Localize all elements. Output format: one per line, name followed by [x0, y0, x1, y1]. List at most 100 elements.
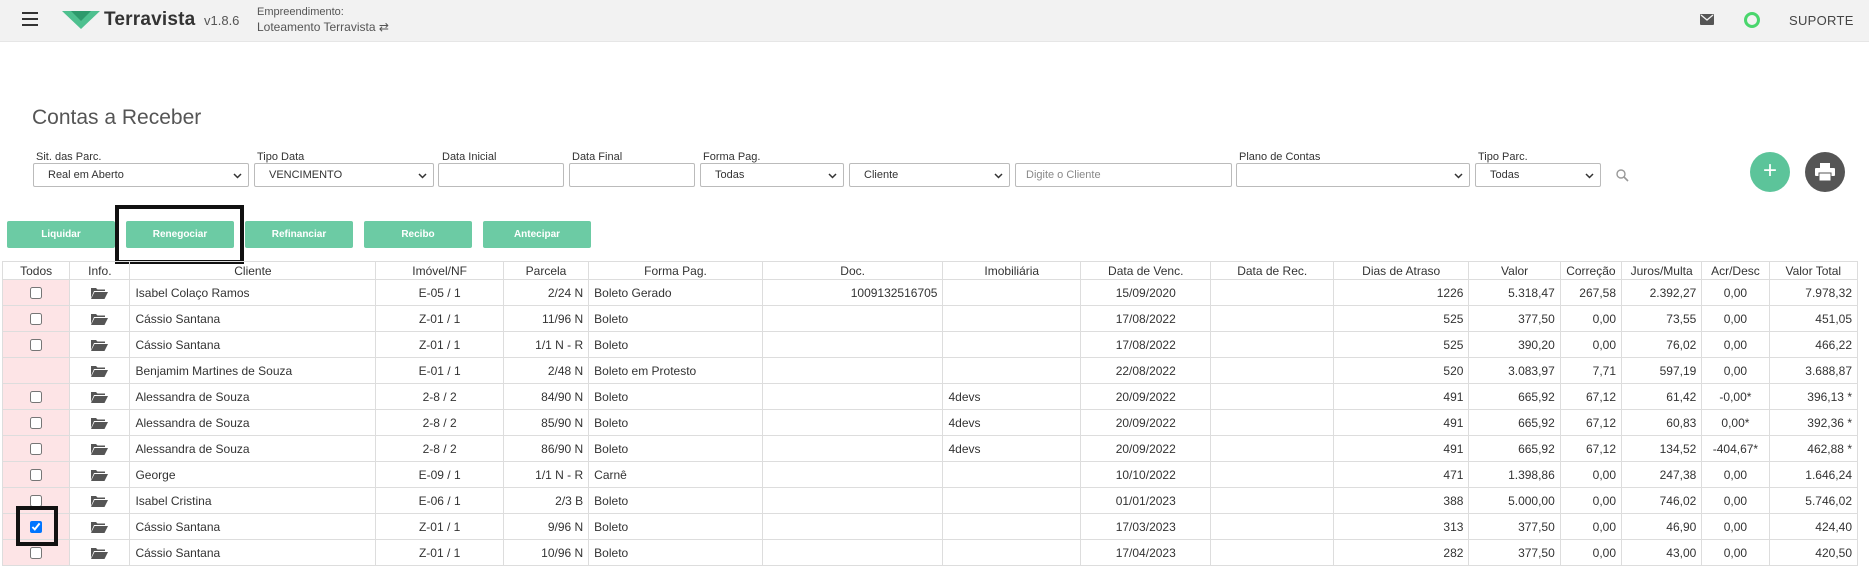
- cell-imobiliaria: [942, 513, 1081, 540]
- table-row[interactable]: Alessandra de Souza 2-8 / 2 86/90 N Boleto 4…: [1, 435, 1859, 462]
- cell-parcela: 86/90 N: [502, 435, 590, 462]
- cell-correcao: 0,00: [1559, 331, 1623, 358]
- plano-contas-label: Plano de Contas: [1239, 151, 1321, 163]
- liquidar-button[interactable]: Liquidar: [7, 221, 115, 248]
- cell-dias: 491: [1332, 383, 1470, 410]
- table-row[interactable]: Cássio Santana Z-01 / 1 10/96 N Boleto 17/04…: [1, 539, 1859, 566]
- cell-forma: Boleto: [588, 513, 763, 540]
- row-select-checkbox[interactable]: [30, 287, 43, 300]
- cell-valor: 377,50: [1468, 513, 1561, 540]
- sit-parc-select[interactable]: Real em Aberto: [33, 163, 249, 187]
- column-header-todos[interactable]: Todos: [1, 261, 71, 280]
- data-final-input[interactable]: [569, 163, 695, 187]
- cell-doc: [761, 487, 944, 514]
- cell-imobiliaria: [942, 331, 1081, 358]
- cell-cliente: Cássio Santana: [129, 305, 377, 332]
- mail-icon[interactable]: [1700, 14, 1714, 25]
- print-button[interactable]: [1805, 152, 1845, 192]
- tipo-parc-select[interactable]: Todas: [1475, 163, 1601, 187]
- row-select-cell: [1, 409, 71, 436]
- table-row[interactable]: Cássio Santana Z-01 / 1 9/96 N Boleto 17/03/…: [1, 513, 1859, 540]
- cell-imovel: Z-01 / 1: [375, 539, 504, 566]
- cliente-search-input[interactable]: Digite o Cliente: [1015, 163, 1232, 187]
- cell-doc: [761, 409, 944, 436]
- hamburger-menu-icon[interactable]: [22, 12, 38, 28]
- row-select-checkbox[interactable]: [30, 443, 43, 456]
- data-inicial-label: Data Inicial: [442, 151, 497, 163]
- cell-venc: 20/09/2022: [1079, 435, 1212, 462]
- cell-total: 424,40: [1768, 513, 1859, 540]
- highlight-box: [16, 506, 58, 546]
- recibo-button[interactable]: Recibo: [364, 221, 472, 248]
- antecipar-button[interactable]: Antecipar: [483, 221, 591, 248]
- table-row[interactable]: Benjamim Martines de Souza E-01 / 1 2/48 N…: [1, 357, 1859, 384]
- folder-open-icon[interactable]: [91, 521, 109, 534]
- folder-open-icon[interactable]: [91, 443, 109, 456]
- cell-parcela: 1/1 N - R: [502, 461, 590, 488]
- cell-valor: 3.083,97: [1468, 357, 1561, 384]
- row-select-checkbox[interactable]: [30, 313, 43, 326]
- table-row[interactable]: George E-09 / 1 1/1 N - R Carnê 10/10/2022 47…: [1, 461, 1859, 488]
- cell-forma: Carnê: [588, 461, 763, 488]
- cell-valor: 665,92: [1468, 383, 1561, 410]
- cell-valor: 5.000,00: [1468, 487, 1561, 514]
- cell-rec: [1210, 331, 1334, 358]
- cell-rec: [1210, 357, 1334, 384]
- folder-open-icon[interactable]: [91, 495, 109, 508]
- column-header-valor: Valor: [1468, 261, 1561, 280]
- plano-contas-select[interactable]: [1236, 163, 1470, 187]
- cell-correcao: 0,00: [1559, 487, 1623, 514]
- row-select-checkbox[interactable]: [30, 469, 43, 482]
- folder-open-icon[interactable]: [91, 365, 109, 378]
- cell-dias: 313: [1332, 513, 1470, 540]
- row-select-cell: [1, 461, 71, 488]
- folder-open-icon[interactable]: [91, 417, 109, 430]
- app-version: v1.8.6: [204, 13, 240, 28]
- table-row[interactable]: Alessandra de Souza 2-8 / 2 85/90 N Boleto 4…: [1, 409, 1859, 436]
- cliente-type-select[interactable]: Cliente: [849, 163, 1010, 187]
- cell-imovel: Z-01 / 1: [375, 513, 504, 540]
- cell-venc: 17/04/2023: [1079, 539, 1212, 566]
- table-row[interactable]: Isabel Cristina E-06 / 1 2/3 B Boleto 01/01/…: [1, 487, 1859, 514]
- cell-correcao: 0,00: [1559, 305, 1623, 332]
- folder-open-icon[interactable]: [91, 469, 109, 482]
- empreendimento-switch[interactable]: Loteamento Terravista ⇄: [257, 20, 389, 34]
- cell-parcela: 84/90 N: [502, 383, 590, 410]
- data-inicial-input[interactable]: [438, 163, 564, 187]
- cell-imovel: 2-8 / 2: [375, 435, 504, 462]
- table-row[interactable]: Alessandra de Souza 2-8 / 2 84/90 N Boleto 4…: [1, 383, 1859, 410]
- forma-pag-select[interactable]: Todas: [700, 163, 844, 187]
- folder-open-icon[interactable]: [91, 313, 109, 326]
- folder-open-icon[interactable]: [91, 547, 109, 560]
- row-select-checkbox[interactable]: [30, 547, 43, 560]
- add-button[interactable]: +: [1750, 152, 1790, 192]
- cell-rec: [1210, 487, 1334, 514]
- row-select-checkbox[interactable]: [30, 339, 43, 352]
- cell-doc: 1009132516705: [761, 279, 944, 306]
- folder-open-icon[interactable]: [91, 287, 109, 300]
- column-header-imovel: Imóvel/NF: [375, 261, 504, 280]
- cell-juros: 2.392,27: [1620, 279, 1703, 306]
- suporte-link[interactable]: SUPORTE: [1789, 13, 1854, 28]
- cell-imobiliaria: 4devs: [942, 409, 1081, 436]
- folder-open-icon[interactable]: [91, 391, 109, 404]
- cell-rec: [1210, 539, 1334, 566]
- cell-dias: 1226: [1332, 279, 1470, 306]
- row-select-checkbox[interactable]: [30, 417, 43, 430]
- printer-icon: [1815, 163, 1835, 181]
- tipo-parc-label: Tipo Parc.: [1478, 151, 1528, 163]
- cell-rec: [1210, 513, 1334, 540]
- folder-open-icon[interactable]: [91, 339, 109, 352]
- chevron-down-icon: [418, 173, 427, 179]
- cell-juros: 60,83: [1620, 409, 1703, 436]
- cell-parcela: 2/24 N: [502, 279, 590, 306]
- table-row[interactable]: Isabel Colaço Ramos E-05 / 1 2/24 N Boleto …: [1, 279, 1859, 306]
- row-select-checkbox[interactable]: [30, 391, 43, 404]
- cell-venc: 01/01/2023: [1079, 487, 1212, 514]
- table-row[interactable]: Cássio Santana Z-01 / 1 1/1 N - R Boleto 17/…: [1, 331, 1859, 358]
- search-icon[interactable]: [1616, 169, 1629, 182]
- refinanciar-button[interactable]: Refinanciar: [245, 221, 353, 248]
- tipo-data-select[interactable]: VENCIMENTO: [254, 163, 434, 187]
- cell-dias: 491: [1332, 435, 1470, 462]
- table-row[interactable]: Cássio Santana Z-01 / 1 11/96 N Boleto 17/08…: [1, 305, 1859, 332]
